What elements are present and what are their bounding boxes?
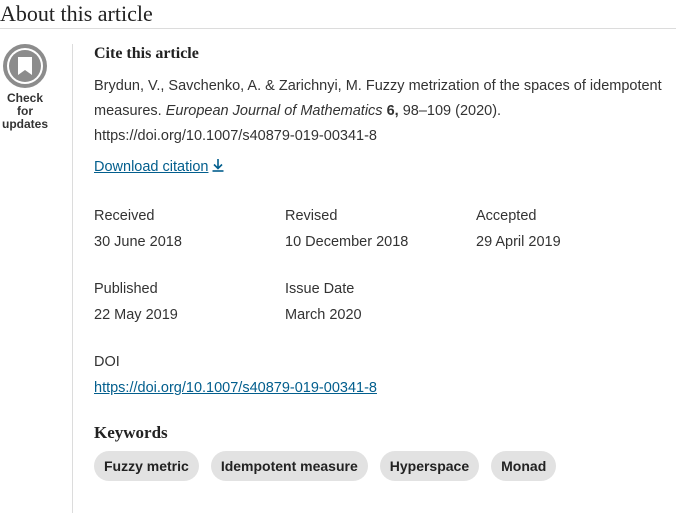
keyword-fuzzy-metric[interactable]: Fuzzy metric [94, 451, 199, 481]
citation-journal: European Journal of Mathematics [165, 103, 383, 119]
published-label: Published [94, 281, 158, 297]
check-for-updates-icon [3, 44, 47, 88]
revised-value: 10 December 2018 [285, 234, 409, 250]
download-icon [212, 159, 224, 172]
citation-volume: 6, [386, 103, 399, 119]
issue-date-label: Issue Date [285, 281, 355, 297]
cite-heading: Cite this article [94, 45, 199, 62]
received-value: 30 June 2018 [94, 234, 182, 250]
keyword-idempotent-measure[interactable]: Idempotent measure [210, 451, 368, 481]
published-value: 22 May 2019 [94, 307, 178, 323]
keyword-monad[interactable]: Monad [491, 451, 557, 481]
keywords-list: Fuzzy metric Idempotent measure Hyperspa… [94, 451, 557, 481]
keywords-heading: Keywords [94, 423, 168, 442]
download-citation-label: Download citation [94, 159, 209, 175]
citation-pages: 98–109 (2020). [402, 103, 502, 119]
accepted-label: Accepted [476, 208, 537, 224]
badge-label-line1: Check for [6, 91, 44, 118]
check-for-updates-badge[interactable]: Check for updates [0, 44, 50, 131]
received-label: Received [94, 208, 155, 224]
revised-label: Revised [285, 208, 338, 224]
citation-text: Brydun, V., Savchenko, A. & Zarichnyi, M… [94, 74, 664, 149]
content-divider [72, 44, 73, 513]
citation-doi: https://doi.org/10.1007/s40879-019-00341… [94, 128, 377, 144]
doi-link[interactable]: https://doi.org/10.1007/s40879-019-00341… [94, 380, 377, 396]
section-title: About this article [0, 1, 153, 26]
download-citation-link[interactable]: Download citation [94, 159, 224, 175]
issue-date-value: March 2020 [285, 307, 362, 323]
title-divider [0, 28, 676, 29]
badge-label-line2: updates [1, 117, 48, 131]
doi-label: DOI [94, 354, 120, 370]
keyword-hyperspace[interactable]: Hyperspace [379, 451, 480, 481]
accepted-value: 29 April 2019 [476, 234, 561, 250]
